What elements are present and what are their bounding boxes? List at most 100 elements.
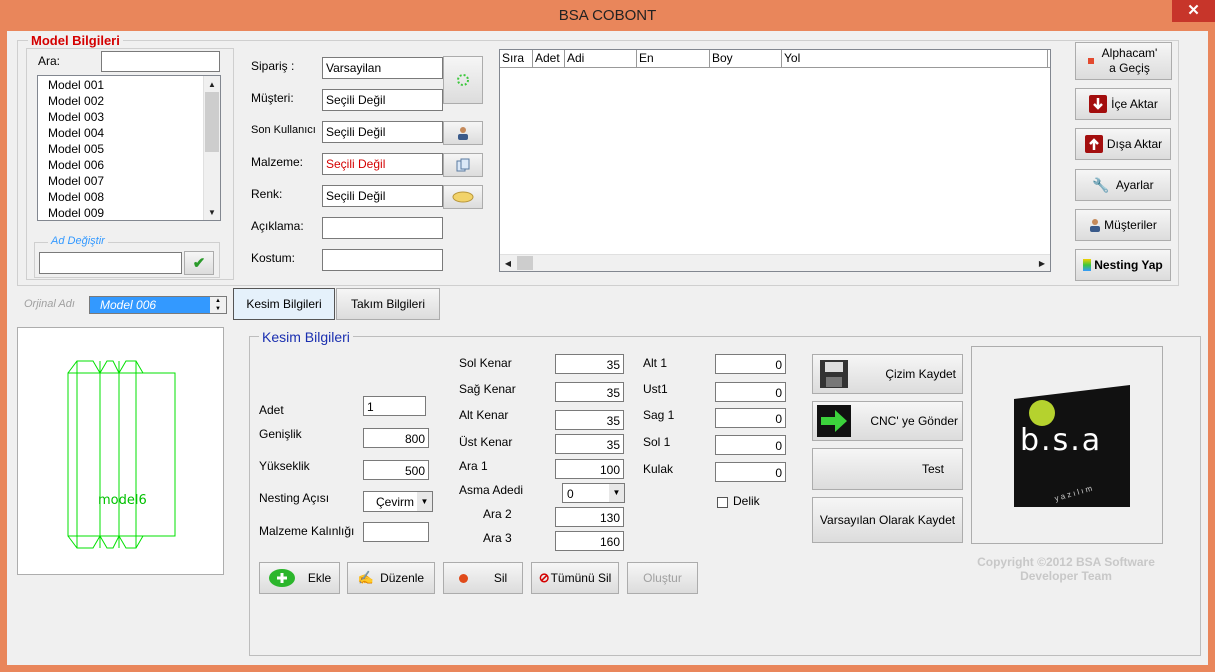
son-kullanici-input[interactable]: Seçili Değil [322, 121, 443, 143]
rename-input[interactable] [39, 252, 182, 274]
asma-adedi-label: Asma Adedi [459, 483, 524, 497]
aciklama-input[interactable] [322, 217, 443, 239]
spinner-arrows[interactable]: ▲ ▼ [210, 297, 226, 313]
h-scroll-thumb[interactable] [517, 256, 533, 270]
dropdown-arrow-icon[interactable]: ▼ [417, 492, 432, 511]
scroll-right-arrow-icon[interactable]: ▶ [1034, 255, 1050, 271]
malzeme-input[interactable]: Seçili Değil [322, 153, 443, 175]
parts-grid[interactable]: Sıra Adet Adi En Boy Yol ◀ ▶ [499, 49, 1051, 272]
copyright-line2: Developer Team [1020, 569, 1112, 583]
musteri-input[interactable]: Seçili Değil [322, 89, 443, 111]
disa-aktar-button[interactable]: Dışa Aktar [1075, 128, 1171, 160]
scroll-thumb[interactable] [205, 92, 219, 152]
spinner-up-icon[interactable]: ▲ [210, 297, 226, 305]
grid-column-header[interactable]: Yol [782, 50, 1048, 67]
add-plus-icon [268, 569, 295, 587]
alt1-input[interactable]: 0 [715, 354, 786, 374]
malzeme-button[interactable] [443, 153, 483, 177]
nesting-angle-select[interactable]: Çevirm ▼ [363, 491, 433, 512]
cnc-gonder-button[interactable]: CNC' ye Gönder [812, 401, 963, 441]
list-item[interactable]: Model 008 [38, 189, 204, 205]
cizim-kaydet-label: Çizim Kaydet [885, 367, 956, 381]
ara3-input[interactable]: 160 [555, 531, 624, 551]
grid-column-header[interactable]: Boy [710, 50, 782, 67]
spinner-down-icon[interactable]: ▼ [210, 305, 226, 313]
ust-kenar-input[interactable]: 35 [555, 434, 624, 454]
nesting-angle-value: Çevirm [376, 495, 414, 509]
grid-column-header[interactable]: Adi [565, 50, 637, 67]
sil-label: Sil [493, 571, 508, 585]
duzenle-button[interactable]: ✍ Düzenle [347, 562, 435, 594]
prohibit-icon: ⊘ [538, 570, 550, 585]
list-item[interactable]: Model 006 [38, 157, 204, 173]
scroll-left-arrow-icon[interactable]: ◀ [500, 255, 516, 271]
alt-kenar-input[interactable]: 35 [555, 410, 624, 430]
model-listbox[interactable]: Model 001 Model 002 Model 003 Model 004 … [37, 75, 221, 221]
sag1-input[interactable]: 0 [715, 408, 786, 428]
grid-column-header[interactable]: Sıra [500, 50, 533, 67]
tab-kesim-bilgileri[interactable]: Kesim Bilgileri [233, 288, 335, 320]
sol-kenar-input[interactable]: 35 [555, 354, 624, 374]
test-button[interactable]: Test [812, 448, 963, 490]
cizim-kaydet-button[interactable]: Çizim Kaydet [812, 354, 963, 394]
renk-button[interactable] [443, 185, 483, 209]
grid-column-header[interactable]: Adet [533, 50, 565, 67]
sag-kenar-input[interactable]: 35 [555, 382, 624, 402]
tumunu-sil-label: Tümünü Sil [550, 571, 612, 585]
list-item[interactable]: Model 002 [38, 93, 204, 109]
siparis-lookup-button[interactable] [443, 56, 483, 104]
checkmark-icon: ✔ [192, 255, 206, 272]
dropdown-arrow-icon[interactable]: ▼ [609, 484, 624, 502]
ayarlar-button[interactable]: 🔧 Ayarlar [1075, 169, 1171, 201]
list-item[interactable]: Model 007 [38, 173, 204, 189]
siparis-input[interactable]: Varsayilan [322, 57, 443, 79]
list-item[interactable]: Model 005 [38, 141, 204, 157]
grid-column-header[interactable]: En [637, 50, 710, 67]
sag-kenar-label: Sağ Kenar [459, 382, 516, 396]
list-item[interactable]: Model 004 [38, 125, 204, 141]
tumunu-sil-button[interactable]: ⊘ Tümünü Sil [531, 562, 619, 594]
model-preview: model6 [17, 327, 224, 575]
kulak-input[interactable]: 0 [715, 462, 786, 482]
musteriler-button[interactable]: Müşteriler [1075, 209, 1171, 241]
alphacam-button[interactable]: Alphacam' a Geçiş [1075, 42, 1172, 80]
ust1-input[interactable]: 0 [715, 382, 786, 402]
kostum-input[interactable] [322, 249, 443, 271]
duzenle-label: Düzenle [380, 571, 425, 585]
list-item[interactable]: Model 001 [38, 77, 204, 93]
tab-takim-bilgileri[interactable]: Takım Bilgileri [336, 288, 440, 320]
list-scrollbar[interactable]: ▲ ▼ [203, 76, 220, 220]
grid-hscrollbar[interactable]: ◀ ▶ [500, 254, 1050, 271]
ice-aktar-button[interactable]: İçe Aktar [1075, 88, 1171, 120]
yukseklik-input[interactable]: 500 [363, 460, 429, 480]
renk-input[interactable]: Seçili Değil [322, 185, 443, 207]
genislik-input[interactable]: 800 [363, 428, 429, 448]
ara2-input[interactable]: 130 [555, 507, 624, 527]
list-item[interactable]: Model 003 [38, 109, 204, 125]
scroll-down-arrow-icon[interactable]: ▼ [204, 204, 220, 220]
logo-panel: b.s.a y a z ı l ı m [971, 346, 1163, 544]
ara1-input[interactable]: 100 [555, 459, 624, 479]
sil-button[interactable]: Sil [443, 562, 523, 594]
scroll-up-arrow-icon[interactable]: ▲ [204, 76, 220, 92]
asma-adedi-select[interactable]: 0 ▼ [562, 483, 625, 503]
ekle-button[interactable]: Ekle [259, 562, 340, 594]
delik-checkbox[interactable] [717, 497, 728, 508]
siparis-label: Sipariş : [251, 59, 295, 73]
nesting-yap-button[interactable]: Nesting Yap [1075, 249, 1171, 281]
olustur-button[interactable]: Oluştur [627, 562, 698, 594]
son-kullanici-button[interactable] [443, 121, 483, 145]
sol1-input[interactable]: 0 [715, 435, 786, 455]
list-item[interactable]: Model 009 [38, 205, 204, 221]
kalinlik-input[interactable] [363, 522, 429, 542]
adet-input[interactable]: 1 [363, 396, 426, 416]
ekle-label: Ekle [307, 571, 332, 585]
delete-dot-icon [458, 573, 468, 583]
varsayilan-kaydet-button[interactable]: Varsayılan Olarak Kaydet [812, 497, 963, 543]
close-button[interactable]: ✕ [1172, 0, 1215, 22]
rename-confirm-button[interactable]: ✔ [184, 251, 214, 275]
original-name-spinner[interactable]: Model 006 ▲ ▼ [89, 296, 227, 314]
sag1-label: Sag 1 [643, 408, 675, 422]
search-label: Ara: [38, 54, 61, 68]
search-input[interactable] [101, 51, 220, 72]
